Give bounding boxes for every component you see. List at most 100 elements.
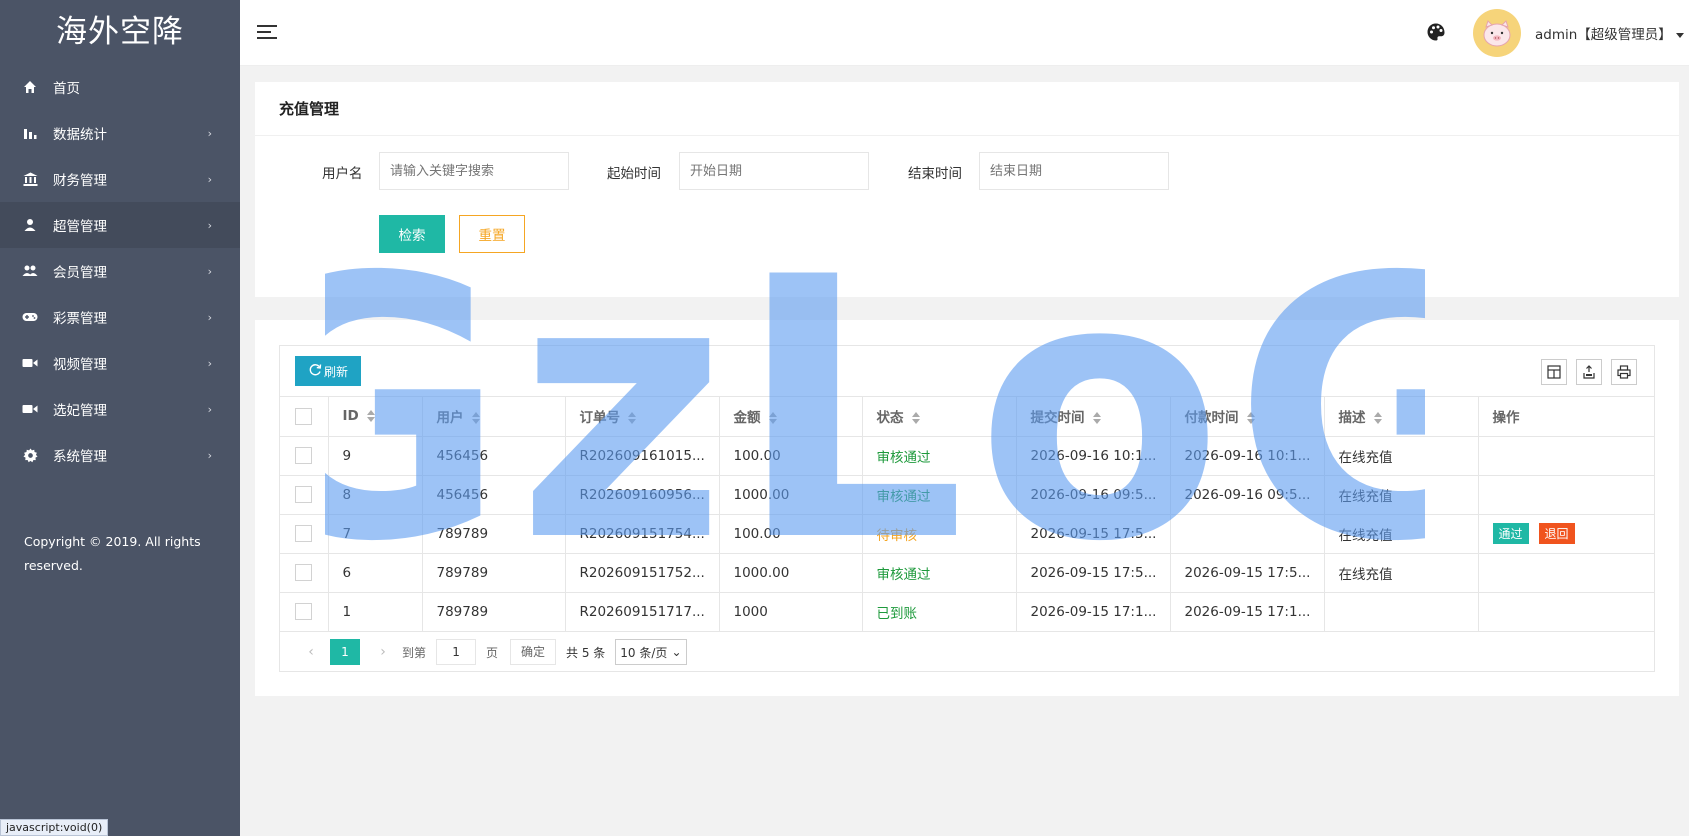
- column-header-user[interactable]: 用户: [422, 397, 566, 437]
- palette-icon[interactable]: [1426, 22, 1448, 44]
- cell-paid-time: 2026-09-16 10:1...: [1170, 436, 1325, 476]
- user-menu[interactable]: admin【超级管理员】: [1535, 23, 1684, 43]
- cell-amount: 1000.00: [719, 475, 863, 515]
- sidebar-item-superadmin[interactable]: 超管管理 ›: [0, 202, 240, 248]
- export-icon[interactable]: [1576, 359, 1602, 385]
- cell-submit-time: 2026-09-15 17:5...: [1016, 553, 1171, 593]
- chevron-right-icon: ›: [207, 264, 212, 278]
- row-checkbox-cell: [280, 553, 329, 593]
- reset-button[interactable]: 重置: [459, 215, 525, 253]
- approve-button[interactable]: 通过: [1492, 523, 1529, 544]
- sort-icon[interactable]: [1092, 412, 1101, 425]
- cell-submit-time: 2026-09-16 10:1...: [1016, 436, 1171, 476]
- sidebar-item-selection[interactable]: 选妃管理 ›: [0, 386, 240, 432]
- sidebar-item-label: 财务管理: [53, 173, 107, 189]
- row-checkbox-cell: [280, 436, 329, 476]
- start-date-input[interactable]: [679, 152, 869, 190]
- avatar[interactable]: [1473, 9, 1521, 57]
- cell-status: 审核通过: [862, 553, 1017, 593]
- cell-submit-time: 2026-09-15 17:1...: [1016, 592, 1171, 632]
- chevron-right-icon: ›: [207, 172, 212, 186]
- column-header-status[interactable]: 状态: [862, 397, 1017, 437]
- row-checkbox[interactable]: [295, 564, 312, 581]
- column-header-order[interactable]: 订单号: [565, 397, 720, 437]
- sort-icon[interactable]: [911, 412, 920, 425]
- cell-submit-time: 2026-09-16 09:5...: [1016, 475, 1171, 515]
- sort-icon[interactable]: [768, 412, 777, 425]
- sort-icon[interactable]: [471, 412, 480, 425]
- sidebar-item-label: 首页: [53, 81, 80, 97]
- goto-confirm-button[interactable]: 确定: [510, 639, 557, 665]
- sort-icon[interactable]: [1246, 412, 1255, 425]
- table-row: 6 789789 R202609151752... 1000.00 审核通过 2…: [280, 553, 1654, 593]
- column-header-id[interactable]: ID: [328, 397, 423, 437]
- cell-desc: 在线充值: [1324, 436, 1479, 476]
- row-checkbox-cell: [280, 514, 329, 554]
- logo: 海外空降: [56, 14, 184, 50]
- print-icon[interactable]: [1611, 359, 1637, 385]
- cell-amount: 100.00: [719, 514, 863, 554]
- end-date-input[interactable]: [979, 152, 1169, 190]
- current-page[interactable]: 1: [330, 639, 360, 665]
- caret-down-icon: [1675, 32, 1684, 38]
- prev-page-icon[interactable]: ‹: [300, 644, 322, 660]
- cell-user: 789789: [422, 592, 566, 632]
- username-label: 用户名: [322, 166, 363, 182]
- column-header-amount[interactable]: 金额: [719, 397, 863, 437]
- top-header: admin【超级管理员】: [240, 0, 1689, 66]
- chevron-right-icon: ›: [207, 126, 212, 140]
- cell-actions: [1478, 553, 1654, 593]
- sidebar-item-home[interactable]: 首页: [0, 64, 240, 110]
- sidebar-menu: 首页 数据统计 › 财务管理 › 超管管理 › 会员管理 › 彩票管理 › 视频…: [0, 64, 240, 478]
- column-header-desc[interactable]: 描述: [1324, 397, 1479, 437]
- page-size-select[interactable]: 10 条/页 ⌄: [615, 639, 687, 665]
- reject-button[interactable]: 退回: [1538, 523, 1575, 544]
- cell-order: R202609160956...: [565, 475, 720, 515]
- cell-order: R202609161015...: [565, 436, 720, 476]
- refresh-button[interactable]: 刷新: [295, 356, 361, 386]
- sort-icon[interactable]: [1373, 412, 1382, 425]
- columns-filter-icon[interactable]: [1541, 359, 1567, 385]
- gamepad-icon: [22, 309, 38, 325]
- cell-id: 1: [328, 592, 423, 632]
- cell-user: 456456: [422, 436, 566, 476]
- cell-status: 审核通过: [862, 475, 1017, 515]
- cell-actions: [1478, 592, 1654, 632]
- sidebar-item-system[interactable]: 系统管理 ›: [0, 432, 240, 478]
- row-checkbox-cell: [280, 475, 329, 515]
- sidebar-item-stats[interactable]: 数据统计 ›: [0, 110, 240, 156]
- sidebar-item-label: 彩票管理: [53, 311, 107, 327]
- sidebar-item-lottery[interactable]: 彩票管理 ›: [0, 294, 240, 340]
- sort-icon[interactable]: [366, 410, 375, 423]
- column-header-actions: 操作: [1478, 397, 1654, 437]
- table-panel: 刷新 ID 用户 订单号 金额 状态 提交时间 付款时间 描述 操作 9 456…: [255, 320, 1679, 696]
- sort-icon[interactable]: [628, 412, 636, 425]
- cell-actions: [1478, 436, 1654, 476]
- next-page-icon[interactable]: ›: [372, 644, 394, 660]
- cell-desc: 在线充值: [1324, 553, 1479, 593]
- goto-page-input[interactable]: 1: [436, 639, 477, 665]
- sidebar: 海外空降 首页 数据统计 › 财务管理 › 超管管理 › 会员管理 › 彩票管理…: [0, 0, 240, 836]
- refresh-label: 刷新: [323, 364, 348, 379]
- row-checkbox[interactable]: [295, 447, 312, 464]
- search-button[interactable]: 检索: [379, 215, 445, 253]
- menu-toggle-icon[interactable]: [257, 24, 277, 40]
- row-checkbox[interactable]: [295, 486, 312, 503]
- column-header-paid-time[interactable]: 付款时间: [1170, 397, 1325, 437]
- row-checkbox[interactable]: [295, 525, 312, 542]
- gear-icon: [22, 447, 38, 463]
- sidebar-item-label: 选妃管理: [53, 403, 107, 419]
- sidebar-item-videos[interactable]: 视频管理 ›: [0, 340, 240, 386]
- column-header-submit-time[interactable]: 提交时间: [1016, 397, 1171, 437]
- cell-id: 9: [328, 436, 423, 476]
- sidebar-item-members[interactable]: 会员管理 ›: [0, 248, 240, 294]
- select-all-checkbox[interactable]: [295, 407, 312, 425]
- cell-status: 待审核: [862, 514, 1017, 554]
- pagination: ‹ 1 › 到第 1 页 确定 共 5 条 10 条/页 ⌄: [280, 632, 1654, 673]
- sidebar-item-finance[interactable]: 财务管理 ›: [0, 156, 240, 202]
- cell-amount: 1000: [719, 592, 863, 632]
- username-input[interactable]: [379, 152, 569, 190]
- sidebar-item-label: 视频管理: [53, 357, 107, 373]
- row-checkbox[interactable]: [295, 603, 312, 620]
- recharge-table: ID 用户 订单号 金额 状态 提交时间 付款时间 描述 操作 9 456456…: [280, 397, 1654, 632]
